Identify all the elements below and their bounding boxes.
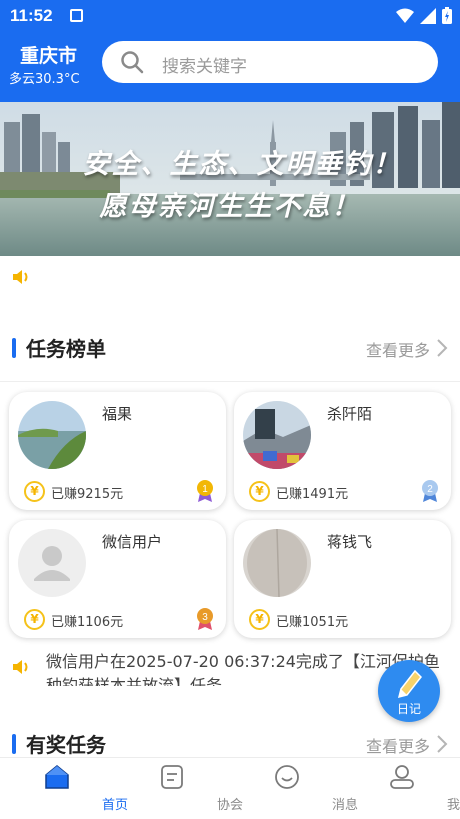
rank-card[interactable]: 福果 ¥ 已赚9215元 1	[9, 392, 226, 510]
reward-tasks-title: 有奖任务	[26, 733, 106, 757]
earned-amount: 已赚1491元	[276, 487, 349, 502]
user-name: 福果	[102, 405, 133, 423]
medal-rank: 1	[202, 484, 208, 495]
search-bar[interactable]: 搜索关键字	[102, 41, 438, 83]
status-time: 11:52	[10, 6, 53, 25]
speaker-icon	[13, 270, 28, 284]
tab-home[interactable]: 首页	[0, 758, 128, 819]
bottom-tab-bar: 首页 协会 消息 我的	[0, 757, 460, 819]
user-name: 微信用户	[102, 533, 163, 551]
notification-icon	[70, 9, 83, 22]
chevron-right-icon[interactable]	[436, 338, 448, 358]
message-icon	[275, 765, 299, 789]
banner-slogan-1: 安全、生态、文明垂钓！	[82, 149, 402, 180]
bronze-medal-icon: 3	[197, 608, 213, 630]
silver-medal-icon: 2	[422, 480, 438, 502]
tab-label: 我的	[446, 798, 460, 813]
tab-messages[interactable]: 消息	[230, 758, 358, 819]
earned-amount: 已赚1051元	[276, 615, 349, 630]
app-header: 重庆市 多云30.3°C 搜索关键字	[0, 32, 460, 102]
system-icons	[396, 7, 452, 24]
task-rank-header: 任务榜单 查看更多	[0, 328, 460, 368]
avatar	[18, 529, 86, 597]
signal-icon	[420, 7, 436, 24]
city-selector[interactable]: 重庆市	[20, 41, 77, 68]
user-name: 蒋钱飞	[327, 533, 373, 551]
search-placeholder: 搜索关键字	[162, 57, 247, 77]
profile-icon	[390, 765, 414, 789]
pencil-icon	[397, 669, 422, 699]
speaker-icon	[13, 660, 28, 674]
diary-label: 日记	[396, 702, 421, 716]
battery-icon	[442, 7, 452, 24]
avatar	[243, 529, 311, 597]
banner-slogan-2: 愿母亲河生生不息！	[99, 191, 361, 222]
gold-medal-icon: 1	[197, 480, 213, 502]
rank-card[interactable]: 杀阡陌 ¥ 已赚1491元 2	[234, 392, 451, 510]
wifi-icon	[396, 8, 414, 23]
diary-fab[interactable]: 日记	[378, 660, 440, 722]
coin-icon: ¥	[24, 481, 45, 502]
rank-card[interactable]: 蒋钱飞 ¥ 已赚1051元	[234, 520, 451, 638]
earned-amount: 已赚9215元	[51, 487, 124, 502]
coin-icon: ¥	[249, 481, 270, 502]
home-icon	[45, 765, 69, 789]
reward-tasks-more-link[interactable]: 查看更多	[366, 733, 430, 757]
earned-amount: 已赚1106元	[51, 615, 124, 630]
medal-rank: 3	[202, 612, 208, 623]
avatar	[243, 401, 311, 469]
association-icon	[161, 765, 183, 789]
medal-rank: 2	[427, 484, 433, 495]
section-accent	[12, 338, 16, 358]
tab-association[interactable]: 协会	[115, 758, 243, 819]
weather-text: 多云30.3°C	[9, 72, 80, 87]
avatar	[18, 401, 86, 469]
rank-card[interactable]: 微信用户 ¥ 已赚1106元 3	[9, 520, 226, 638]
task-rank-more-link[interactable]: 查看更多	[366, 337, 430, 361]
task-rank-title: 任务榜单	[26, 337, 106, 361]
divider	[0, 381, 460, 382]
status-bar: 11:52	[0, 0, 460, 32]
user-name: 杀阡陌	[327, 405, 373, 423]
tab-profile[interactable]: 我的	[345, 758, 460, 819]
section-accent	[12, 734, 16, 754]
coin-icon: ¥	[249, 609, 270, 630]
chevron-right-icon[interactable]	[436, 734, 448, 754]
coin-icon: ¥	[24, 609, 45, 630]
search-icon	[121, 51, 144, 74]
banner[interactable]: 安全、生态、文明垂钓！ 愿母亲河生生不息！	[0, 102, 460, 256]
